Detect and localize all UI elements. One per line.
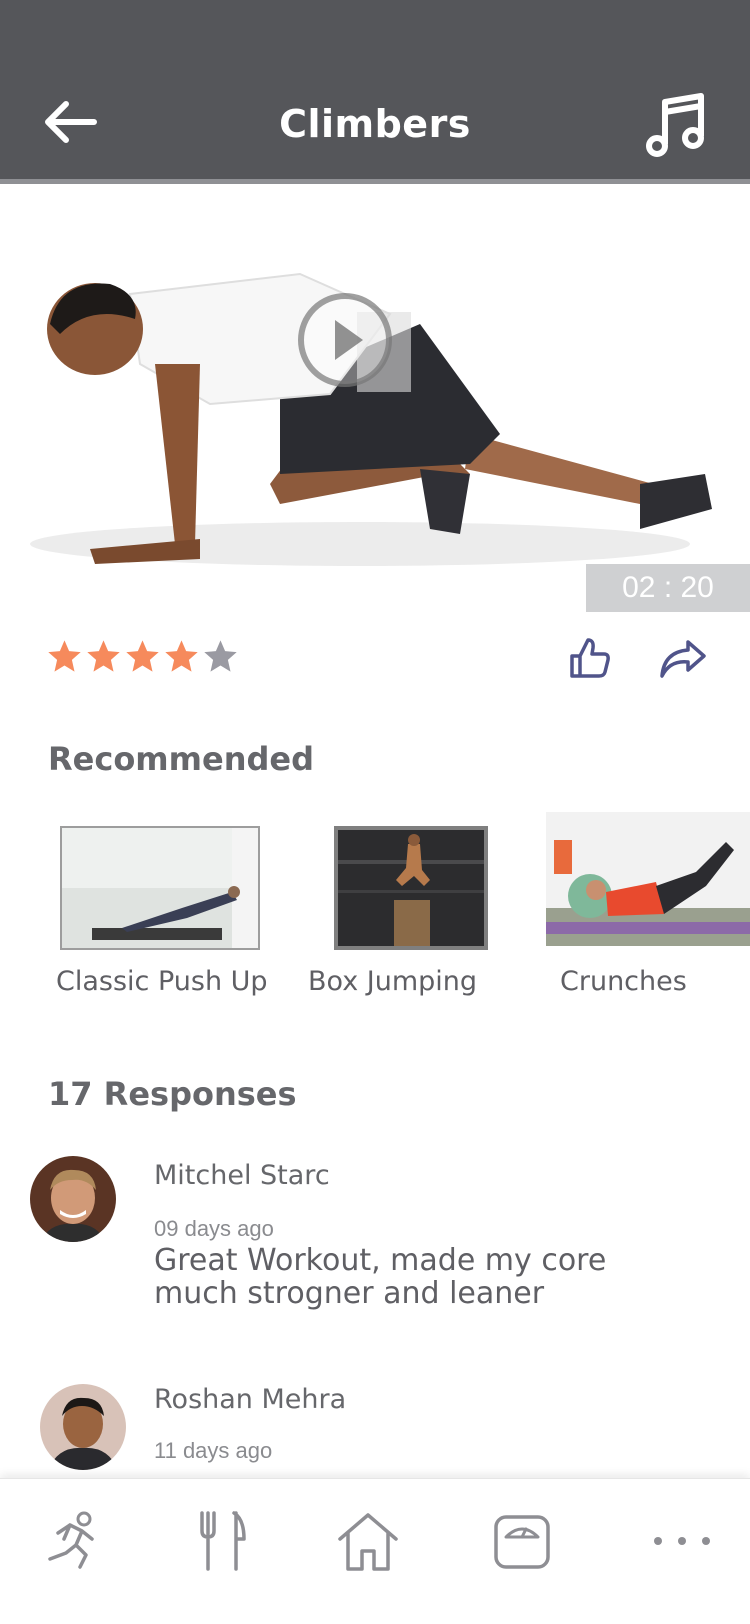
- star-icon[interactable]: [46, 638, 83, 675]
- recommended-item-crunches[interactable]: Crunches: [546, 812, 750, 1006]
- recommended-heading: Recommended: [48, 740, 314, 778]
- avatar[interactable]: [40, 1384, 126, 1470]
- avatar[interactable]: [30, 1156, 116, 1242]
- star-icon[interactable]: [124, 638, 161, 675]
- home-icon: [338, 1513, 398, 1571]
- nav-diet[interactable]: [190, 1509, 254, 1573]
- recommended-item-label: Classic Push Up: [56, 966, 268, 997]
- video-duration: 02 : 20: [586, 564, 750, 612]
- bottom-navigation: [0, 1478, 750, 1624]
- nav-home[interactable]: [336, 1509, 400, 1573]
- fork-knife-icon: [200, 1511, 246, 1571]
- nav-more[interactable]: [650, 1509, 714, 1573]
- more-icon: [654, 1537, 710, 1545]
- share-button[interactable]: [658, 638, 708, 680]
- share-icon: [660, 640, 706, 678]
- like-button[interactable]: [568, 636, 612, 680]
- exercise-video-frame: [30, 272, 712, 566]
- responses-heading: 17 Responses: [48, 1075, 297, 1113]
- response-date: 11 days ago: [154, 1438, 273, 1463]
- recommended-item-label: Crunches: [560, 966, 687, 997]
- video-player[interactable]: 02 : 20: [0, 184, 750, 612]
- recommended-item-label: Box Jumping: [308, 966, 478, 997]
- recommended-thumbnail: [60, 826, 260, 950]
- thumbs-up-icon: [570, 638, 610, 678]
- music-button[interactable]: [645, 92, 707, 158]
- star-icon[interactable]: [163, 638, 200, 675]
- response-author: Mitchel Starc: [154, 1160, 330, 1191]
- star-icon[interactable]: [85, 638, 122, 675]
- recommended-thumbnail: [334, 826, 488, 950]
- response-author: Roshan Mehra: [154, 1384, 347, 1415]
- response-date: 09 days ago: [154, 1216, 274, 1241]
- page-title: Climbers: [279, 102, 471, 146]
- running-icon: [48, 1511, 94, 1569]
- scale-icon: [494, 1515, 550, 1569]
- response-text: Great Workout, made my core much strogne…: [154, 1243, 607, 1311]
- top-bar: Climbers: [0, 0, 750, 184]
- play-icon: [298, 293, 411, 392]
- nav-workout[interactable]: [40, 1509, 104, 1573]
- recommended-item-classic-push-up[interactable]: Classic Push Up: [54, 826, 268, 1006]
- recommended-thumbnail: [546, 812, 750, 946]
- play-button[interactable]: [297, 292, 411, 396]
- rating-stars[interactable]: [46, 638, 239, 678]
- star-empty-icon[interactable]: [202, 638, 239, 675]
- recommended-item-box-jumping[interactable]: Box Jumping: [306, 826, 488, 1006]
- music-note-icon: [646, 93, 704, 157]
- nav-progress[interactable]: [490, 1509, 554, 1573]
